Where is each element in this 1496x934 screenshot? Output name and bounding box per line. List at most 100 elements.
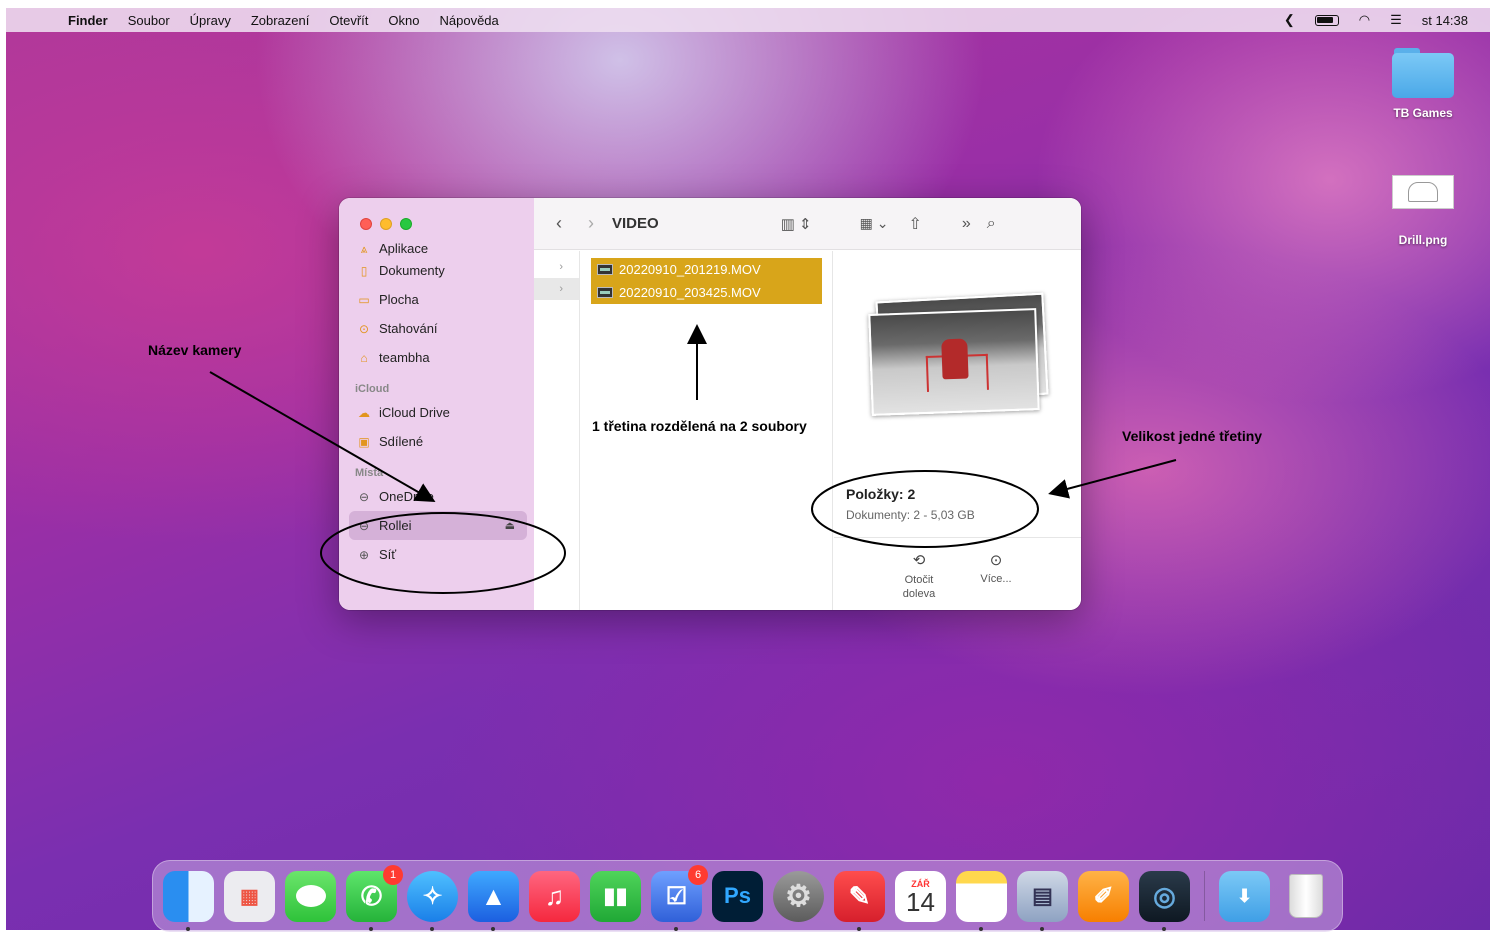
sidebar-item-label: teambha — [379, 350, 430, 365]
drive-icon: ⊖ — [358, 489, 370, 504]
sidebar-item-label: Sdílené — [379, 434, 424, 449]
sidebar-item-label: OneDrive — [379, 489, 434, 504]
desktop-folder-tb-games[interactable]: TB Games — [1378, 48, 1468, 120]
more-toolbar-icon[interactable]: » — [962, 215, 971, 233]
download-icon: ⊙ — [358, 321, 370, 336]
search-icon[interactable]: ⌕ — [987, 215, 996, 233]
close-button[interactable] — [360, 218, 372, 230]
frame-right — [1490, 0, 1496, 934]
share-icon[interactable]: ⇧ — [908, 214, 921, 234]
zoom-button[interactable] — [400, 218, 412, 230]
dock-spark-icon[interactable]: ▲ — [468, 870, 519, 931]
menu-upravy[interactable]: Úpravy — [190, 13, 231, 28]
action-label: Více... — [980, 573, 1012, 585]
annotation-split: 1 třetina rozdělená na 2 soubory — [592, 418, 807, 434]
tasks-badge: 6 — [688, 864, 708, 885]
minimize-button[interactable] — [380, 218, 392, 230]
dock-bear-icon[interactable]: ✎ — [834, 870, 885, 931]
forward-icon[interactable]: › — [588, 213, 594, 234]
sidebar-item-sdilene[interactable]: ▣ Sdílené — [349, 427, 527, 456]
desktop-icon-label: Drill.png — [1398, 233, 1448, 247]
dock-tasks-icon[interactable]: ☑ 6 — [651, 864, 708, 931]
dock-quicktime-icon[interactable]: ◎ — [1139, 870, 1190, 931]
dock-numbers-icon[interactable]: ▮▮ — [590, 870, 641, 922]
window-title: VIDEO — [612, 215, 659, 232]
eject-icon[interactable]: ⏏ — [505, 519, 515, 532]
preview-pane: Položky: 2 Dokumenty: 2 - 5,03 GB ⟲ Otoč… — [834, 251, 1081, 610]
menu-soubor[interactable]: Soubor — [128, 13, 170, 28]
dock-preview-icon[interactable]: ▤ — [1017, 870, 1068, 931]
dock-messages-icon[interactable] — [285, 870, 336, 922]
network-icon: ⊕ — [358, 547, 370, 562]
dock-finder-icon[interactable] — [163, 870, 214, 931]
dock-settings-icon[interactable]: ⚙ — [773, 870, 824, 922]
sidebar-item-aplikace[interactable]: ⩓ Aplikace — [349, 242, 527, 256]
menu-otevrit[interactable]: Otevřít — [329, 13, 368, 28]
shared-folder-icon: ▣ — [358, 434, 370, 449]
wifi-icon[interactable]: ◠ — [1359, 12, 1370, 28]
dock-safari-icon[interactable]: ✧ — [407, 870, 458, 931]
annotation-camera-name: Název kamery — [148, 342, 242, 358]
sidebar-item-rollei[interactable]: ⊖ Rollei ⏏ — [349, 511, 527, 540]
sidebar-item-onedrive[interactable]: ⊖ OneDrive — [349, 482, 527, 511]
cloud-icon: ☁ — [358, 405, 370, 420]
column-parent: › › — [534, 251, 580, 610]
desktop-file-drill[interactable]: Drill.png — [1378, 175, 1468, 247]
apps-icon: ⩓ — [360, 242, 368, 256]
folder-icon — [1392, 48, 1454, 98]
sidebar-item-sit[interactable]: ⊕ Síť — [349, 540, 527, 569]
file-row[interactable]: 20220910_201219.MOV — [591, 258, 822, 281]
finder-toolbar: ‹ › VIDEO ▥ ⇕ ▦ ⌄ ⇧ » ⌕ — [534, 198, 1081, 250]
video-file-icon — [597, 287, 613, 298]
video-file-icon — [597, 264, 613, 275]
chevron-left-icon[interactable]: ❮ — [1284, 12, 1295, 28]
file-name: 20220910_203425.MOV — [619, 285, 761, 300]
battery-icon[interactable] — [1314, 14, 1339, 26]
dock-music-icon[interactable]: ♫ — [529, 870, 580, 922]
annotation-size: Velikost jedné třetiny — [1122, 428, 1263, 444]
sidebar-section-mista: Místa — [355, 467, 384, 479]
rotate-left-icon: ⟲ — [912, 552, 926, 569]
back-icon[interactable]: ‹ — [556, 213, 562, 234]
menu-napoveda[interactable]: Nápověda — [439, 13, 498, 28]
frame-left — [0, 0, 6, 934]
file-row[interactable]: 20220910_203425.MOV — [591, 281, 822, 304]
image-file-icon — [1392, 175, 1454, 209]
sidebar-item-label: Rollei — [379, 518, 412, 533]
column-view-icon[interactable]: ▥ ⇕ — [781, 215, 812, 233]
sidebar-item-plocha[interactable]: ▭ Plocha — [349, 285, 527, 314]
sidebar-item-label: Aplikace — [379, 242, 429, 256]
dock-calendar-icon[interactable]: ZÁŘ 14 — [895, 870, 946, 922]
menubar-clock[interactable]: st 14:38 — [1422, 13, 1468, 28]
chevron-right-icon[interactable]: › — [534, 278, 579, 300]
finder-sidebar: ⩓ Aplikace ▯ Dokumenty ▭ Plocha ⊙ Stahov… — [339, 198, 534, 610]
sidebar-item-stahovani[interactable]: ⊙ Stahování — [349, 314, 527, 343]
dock-pages-icon[interactable]: ✐ — [1078, 870, 1129, 922]
dock-notes-icon[interactable] — [956, 870, 1007, 931]
dock-whatsapp-icon[interactable]: ✆ 1 — [346, 864, 403, 931]
more-button[interactable]: ⊙ Více... — [966, 551, 1026, 585]
preview-thumbnail — [862, 292, 1052, 417]
sidebar-item-dokumenty[interactable]: ▯ Dokumenty — [349, 256, 527, 285]
sidebar-item-label: iCloud Drive — [379, 405, 450, 420]
menu-okno[interactable]: Okno — [388, 13, 419, 28]
menu-zobrazeni[interactable]: Zobrazení — [251, 13, 310, 28]
group-icon[interactable]: ▦ ⌄ — [860, 215, 889, 232]
desktop-icon: ▭ — [358, 292, 370, 307]
dock-downloads-icon[interactable]: ⬇ — [1219, 870, 1270, 922]
finder-window: ⩓ Aplikace ▯ Dokumenty ▭ Plocha ⊙ Stahov… — [339, 198, 1081, 610]
dock-trash-icon[interactable] — [1280, 871, 1331, 922]
control-center-icon[interactable]: ☰ — [1390, 12, 1402, 28]
photoshop-label: Ps — [724, 883, 751, 908]
rotate-left-button[interactable]: ⟲ Otočit doleva — [889, 551, 949, 601]
menu-bar: Finder Soubor Úpravy Zobrazení Otevřít O… — [6, 8, 1490, 32]
sidebar-item-icloud-drive[interactable]: ☁ iCloud Drive — [349, 398, 527, 427]
items-count: Položky: 2 — [846, 486, 916, 502]
dock-launchpad-icon[interactable]: ▦ — [224, 870, 275, 922]
sidebar-item-teambha[interactable]: ⌂ teambha — [349, 343, 527, 372]
sidebar-item-label: Síť — [379, 547, 397, 562]
sidebar-item-label: Dokumenty — [379, 263, 445, 278]
menu-app-finder[interactable]: Finder — [68, 13, 108, 28]
dock-photoshop-icon[interactable]: Ps — [712, 870, 763, 922]
chevron-right-icon[interactable]: › — [534, 256, 579, 278]
